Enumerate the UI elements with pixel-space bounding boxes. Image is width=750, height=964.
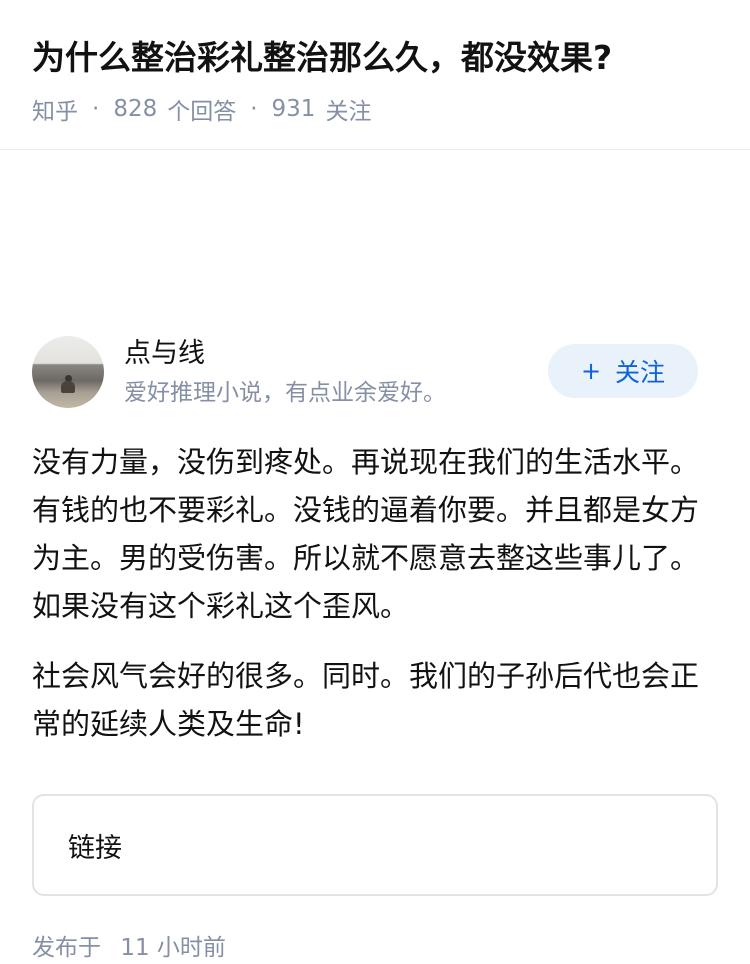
- publish-time-value: 11 小时前: [120, 935, 226, 961]
- follow-button-label: 关注: [615, 358, 666, 387]
- author-bio: 爱好推理小说，有点业余爱好。: [124, 380, 446, 406]
- answer-content: 没有力量，没伤到疼处。再说现在我们的生活水平。有钱的也不要彩礼。没钱的逼着你要。…: [32, 438, 718, 748]
- answer-count-label[interactable]: 个回答: [167, 92, 236, 126]
- question-title[interactable]: 为什么整治彩礼整治那么久，都没效果?: [32, 34, 730, 82]
- link-card-label: 链接: [68, 832, 122, 864]
- answer-paragraph: 社会风气会好的很多。同时。我们的子孙后代也会正常的延续人类及生命!: [32, 659, 700, 741]
- question-meta: 知乎 · 828 个回答 · 931 关注: [32, 92, 371, 126]
- question-header: 为什么整治彩礼整治那么久，都没效果? 知乎 · 828 个回答 · 931 关注: [0, 0, 750, 150]
- plus-icon: +: [580, 357, 602, 385]
- follower-count[interactable]: 931: [272, 96, 316, 122]
- link-card[interactable]: 链接: [32, 794, 718, 896]
- follower-label[interactable]: 关注: [325, 92, 371, 126]
- publish-prefix: 发布于: [32, 935, 101, 961]
- avatar[interactable]: [32, 336, 104, 408]
- meta-separator: ·: [92, 96, 100, 122]
- publish-time: 发布于 11 小时前: [32, 932, 226, 964]
- follow-button[interactable]: + 关注: [548, 344, 698, 398]
- avatar-figure-body: [61, 381, 75, 393]
- meta-separator: ·: [250, 96, 258, 122]
- answer-paragraph: 没有力量，没伤到疼处。再说现在我们的生活水平。有钱的也不要彩礼。没钱的逼着你要。…: [32, 445, 700, 623]
- author-name[interactable]: 点与线: [124, 336, 205, 372]
- source-label[interactable]: 知乎: [32, 92, 78, 126]
- answer-count[interactable]: 828: [113, 96, 157, 122]
